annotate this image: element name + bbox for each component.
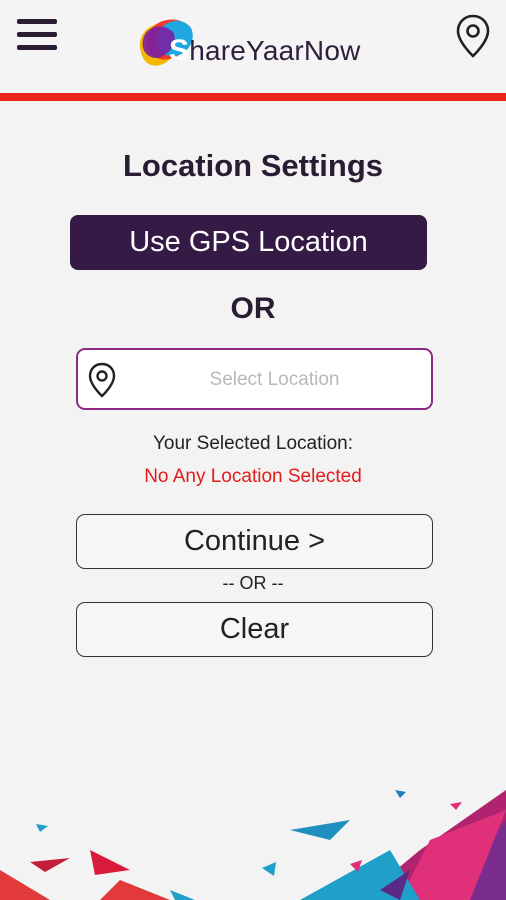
use-gps-location-button[interactable]: Use GPS Location <box>70 215 427 270</box>
app-logo: ShareYaarNow <box>133 12 383 74</box>
logo-text: ShareYaarNow <box>169 34 361 68</box>
selected-location-value: No Any Location Selected <box>144 466 362 487</box>
or-divider: OR <box>230 292 276 325</box>
map-pin-icon <box>88 362 116 398</box>
logo-initial: S <box>169 34 190 67</box>
app-header: ShareYaarNow <box>0 0 506 93</box>
header-accent-bar <box>0 93 506 101</box>
continue-button[interactable]: Continue > <box>76 514 433 569</box>
map-pin-icon[interactable] <box>455 14 491 58</box>
hamburger-menu-icon[interactable] <box>17 17 57 53</box>
logo-wordmark: hareYaarNow <box>189 35 361 66</box>
selected-location-label: Your Selected Location: <box>152 433 353 454</box>
or-separator: -- OR -- <box>222 573 284 593</box>
page-title: Location Settings <box>122 148 384 183</box>
select-location-input[interactable]: Select Location <box>76 348 433 410</box>
location-placeholder: Select Location <box>209 369 340 390</box>
clear-button[interactable]: Clear <box>76 602 433 657</box>
decorative-triangles <box>0 790 506 900</box>
